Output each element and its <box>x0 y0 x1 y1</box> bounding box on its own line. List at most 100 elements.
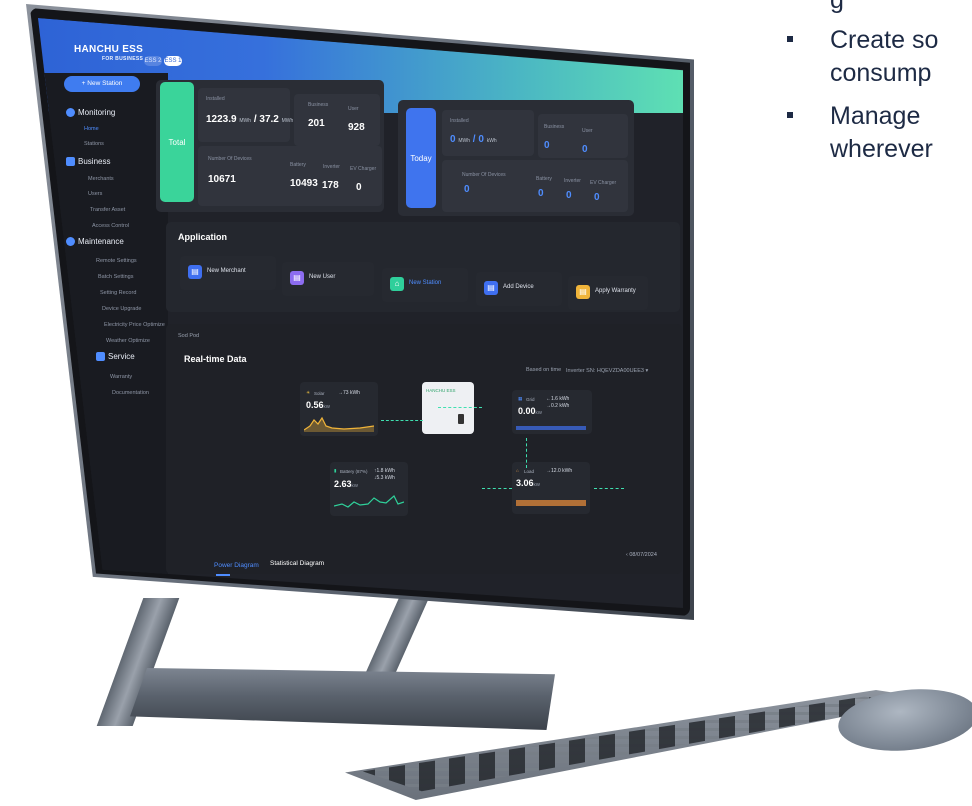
device-icon: ▤ <box>484 281 498 295</box>
app-new-station[interactable]: ⌂ New Station <box>382 268 468 302</box>
today-user-label: User <box>582 128 593 134</box>
total-inverter-value: 178 <box>322 180 339 191</box>
brand-logo[interactable]: HANCHU ESS FOR BUSINESS <box>74 44 143 62</box>
sidebar-item-home[interactable]: Home <box>84 126 99 132</box>
app-new-user[interactable]: ▤ New User <box>282 262 374 296</box>
bullet-1-line-1: Create so <box>830 26 939 54</box>
solar-energy: →73 kWh <box>338 390 360 396</box>
app-add-device[interactable]: ▤ Add Device <box>476 272 562 306</box>
sidebar-item-device-upgrade[interactable]: Device Upgrade <box>102 306 141 312</box>
sidebar-group-monitoring[interactable]: Monitoring <box>66 108 115 118</box>
sidebar-item-remote-settings[interactable]: Remote Settings <box>96 258 137 264</box>
battery-label: Battery (87%) <box>340 469 368 474</box>
sidebar-item-documentation[interactable]: Documentation <box>112 390 149 396</box>
new-station-button[interactable]: + New Station <box>64 76 140 92</box>
total-devices-value: 10671 <box>208 174 236 185</box>
sidebar-item-electricity-price[interactable]: Electricity Price Optimize <box>104 322 165 328</box>
total-inverter-label: Inverter <box>323 164 340 170</box>
total-battery-label: Battery <box>290 162 306 168</box>
total-business-label: Business <box>308 102 329 108</box>
sidebar-group-service[interactable]: Service <box>96 352 135 362</box>
brand-name: HANCHU ESS <box>74 44 144 55</box>
bullet-2-line-1: Manage <box>830 102 921 130</box>
bullet <box>787 112 793 118</box>
today-installed-label: Installed <box>450 118 469 124</box>
today-user-value: 0 <box>582 144 588 155</box>
sidebar-group-business[interactable]: Business <box>66 157 110 167</box>
bullet-1-line-2: consump <box>830 59 932 87</box>
flow-inverter-grid <box>438 407 482 408</box>
service-icon <box>96 352 105 362</box>
app-apply-warranty[interactable]: ▤ Apply Warranty <box>568 276 648 310</box>
total-business-value: 201 <box>308 118 325 129</box>
total-business-card <box>294 94 380 146</box>
inverter-device[interactable]: HANCHU ESS <box>422 382 474 434</box>
today-tag: Today <box>406 108 436 208</box>
today-installed-value: 0 MWh / 0 kWh <box>450 134 497 145</box>
tab-statistical-diagram[interactable]: Statistical Diagram <box>270 560 324 567</box>
today-inverter-value: 0 <box>566 190 572 201</box>
sidebar-item-transfer-asset[interactable]: Transfer Asset <box>90 207 125 213</box>
today-installed-card <box>442 110 534 156</box>
sidebar-item-weather-optimize[interactable]: Weather Optimize <box>106 338 150 344</box>
load-energy: →12.0 kWh <box>546 468 573 474</box>
load-node[interactable]: ⌂ Load →12.0 kWh 3.06kW <box>512 462 590 514</box>
application-title: Application <box>178 232 227 242</box>
realtime-title: Real-time Data <box>184 354 247 364</box>
text-fragment: g <box>830 0 844 14</box>
grid-power: 0.00kW <box>518 406 543 416</box>
sidebar-group-maintenance[interactable]: Maintenance <box>66 237 124 247</box>
solar-node[interactable]: ☀ Solar →73 kWh 0.56kW <box>300 382 378 436</box>
bullet-2-line-2: wherever <box>830 135 933 163</box>
env-pill-ess2[interactable]: ESS 2 <box>144 56 162 66</box>
env-pill-ess1[interactable]: ESS 1 <box>164 56 182 66</box>
battery-node[interactable]: ▮ Battery (87%) ↑1.8 kWh ↓5.3 kWh 2.63kW <box>330 462 408 516</box>
inverter-brand: HANCHU ESS <box>426 388 456 393</box>
flow-inverter-load <box>482 488 512 489</box>
total-installed-value: 1223.9 MWh / 37.2 MWh <box>206 114 294 125</box>
grid-export: →0.2 kWh <box>546 403 570 409</box>
total-user-label: User <box>348 106 359 112</box>
today-battery-value: 0 <box>538 188 544 199</box>
business-icon <box>66 157 75 167</box>
battery-discharge: ↓5.3 kWh <box>374 475 395 481</box>
load-label: Load <box>524 469 535 474</box>
battery-icon: ▮ <box>334 468 337 473</box>
brand-sub: FOR BUSINESS <box>102 56 144 62</box>
sidebar-item-access-control[interactable]: Access Control <box>92 223 129 229</box>
solar-power: 0.56kW <box>306 400 331 410</box>
flow-grid-load <box>526 438 527 468</box>
today-business-value: 0 <box>544 140 550 151</box>
based-on-time-select[interactable]: Based on time <box>526 367 561 373</box>
inverter-sn-select[interactable]: Inverter SN: HQEVZDA00UEE3 ▾ <box>566 368 648 374</box>
total-ev-label: EV Charger <box>350 166 377 172</box>
total-tag: Total <box>160 82 194 202</box>
grid-sparkline <box>516 426 586 430</box>
breadcrumb: Sod Pod <box>178 333 200 339</box>
grid-icon: ▦ <box>518 396 523 401</box>
warranty-icon: ▤ <box>576 285 590 299</box>
battery-charge: ↑1.8 kWh <box>374 468 395 474</box>
tab-power-diagram[interactable]: Power Diagram <box>214 562 259 569</box>
solar-label: Solar <box>314 391 325 396</box>
sidebar-item-warranty[interactable]: Warranty <box>110 374 132 380</box>
grid-node[interactable]: ▦ Grid ←1.6 kWh →0.2 kWh 0.00kW <box>512 390 592 434</box>
today-inverter-label: Inverter <box>564 178 581 184</box>
today-business-label: Business <box>544 124 565 130</box>
today-ev-label: EV Charger <box>590 180 617 186</box>
app-new-merchant[interactable]: ▤ New Merchant <box>180 256 276 290</box>
load-power: 3.06kW <box>516 478 541 488</box>
sidebar-item-setting-record[interactable]: Setting Record <box>100 290 136 296</box>
sidebar-item-users[interactable]: Users <box>88 191 102 197</box>
date-picker[interactable]: ‹ 08/07/2024 <box>626 552 657 558</box>
sidebar-item-stations[interactable]: Stations <box>84 141 104 147</box>
user-icon: ▤ <box>290 271 304 285</box>
station-icon: ⌂ <box>390 277 404 291</box>
total-installed-label: Installed <box>206 96 225 102</box>
sidebar-item-batch-settings[interactable]: Batch Settings <box>98 274 133 280</box>
bullet <box>787 36 793 42</box>
total-battery-value: 10493 <box>290 178 318 189</box>
today-devices-label: Number Of Devices <box>462 172 506 178</box>
sidebar-item-merchants[interactable]: Merchants <box>88 176 114 182</box>
flow-solar-inverter <box>381 420 423 421</box>
